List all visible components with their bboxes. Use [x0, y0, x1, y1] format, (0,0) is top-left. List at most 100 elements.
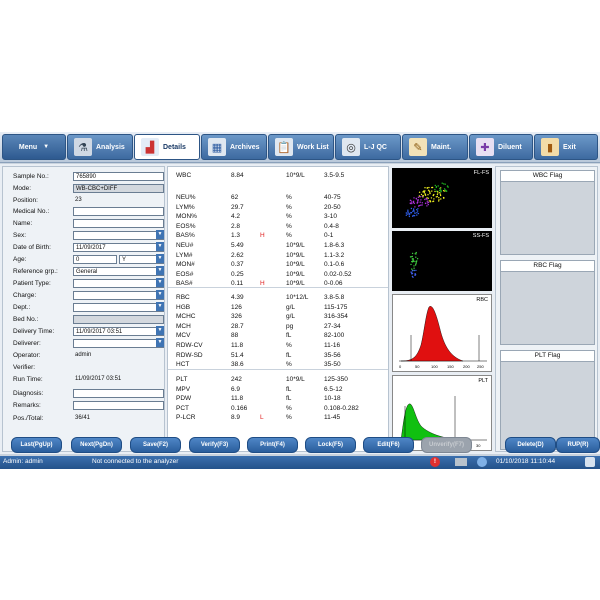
- chevron-down-icon[interactable]: ▼: [156, 302, 164, 311]
- tab-analysis[interactable]: ⚗ Analysis: [67, 134, 133, 160]
- medical-no-field[interactable]: [73, 206, 164, 216]
- chevron-down-icon[interactable]: ▼: [156, 242, 164, 251]
- save-button[interactable]: Save(F2): [130, 437, 181, 453]
- sex-select[interactable]: [73, 230, 164, 240]
- chevron-down-icon[interactable]: ▼: [156, 230, 164, 239]
- scatter-dot: [413, 260, 415, 263]
- result-row: PCT 0.166% 0.108-0.282: [176, 404, 386, 413]
- scatter-dot: [412, 210, 414, 212]
- result-value: 8.84: [231, 172, 244, 179]
- scatter-dot: [434, 188, 436, 191]
- printer-icon[interactable]: [455, 458, 467, 466]
- tab-work-list[interactable]: 📋 Work List: [268, 134, 334, 160]
- patient-type-label: Patient Type:: [13, 279, 51, 287]
- delete-button[interactable]: Delete(D): [505, 437, 556, 453]
- keyboard-icon[interactable]: [585, 457, 595, 467]
- next-button[interactable]: Next(PgDn): [71, 437, 122, 453]
- position-label: Position:: [13, 196, 38, 204]
- result-value: 126: [231, 303, 242, 311]
- rup-button[interactable]: RUP(R): [556, 437, 600, 453]
- result-unit: fL: [286, 395, 292, 403]
- result-name: PLT: [176, 376, 188, 383]
- scatter-dot: [436, 193, 439, 196]
- edit-button[interactable]: Edit(F6): [363, 437, 414, 453]
- result-value: 11.8: [231, 342, 244, 349]
- tab-analysis-label: Analysis: [96, 143, 125, 151]
- result-row: RBC 4.39 10*12/L 3.8-5.8: [176, 293, 386, 302]
- tab-archives[interactable]: ▦ Archives: [201, 134, 267, 160]
- tab-diluent[interactable]: ✚ Diluent: [469, 134, 533, 160]
- result-unit: fL: [286, 332, 292, 340]
- charge-select[interactable]: [73, 290, 164, 300]
- tab-details[interactable]: ▟ Details: [134, 134, 200, 160]
- scatter-dot: [420, 204, 422, 206]
- bed-no-label: Bed No.:: [13, 315, 39, 323]
- scatter-dot: [421, 204, 423, 206]
- chevron-down-icon[interactable]: ▼: [156, 254, 164, 263]
- chevron-down-icon[interactable]: ▼: [156, 278, 164, 287]
- scatter-dot: [426, 202, 429, 204]
- verify-button[interactable]: Verify(F3): [189, 437, 240, 453]
- scatter-dot: [444, 183, 446, 185]
- scatter-dot: [419, 201, 421, 203]
- result-range: 20-50: [324, 203, 341, 211]
- result-row: HCT 38.6% 35-50: [176, 360, 386, 369]
- result-value: 88: [231, 332, 239, 340]
- menu-button[interactable]: Menu ▼: [2, 134, 66, 160]
- result-unit: 10*9/L: [286, 270, 305, 278]
- chevron-down-icon[interactable]: ▼: [156, 266, 164, 275]
- result-value: 242: [231, 376, 242, 383]
- result-unit: %: [286, 361, 292, 369]
- patient-type-select[interactable]: [73, 278, 164, 288]
- scatter-dot: [411, 255, 413, 258]
- age-field[interactable]: 0: [73, 254, 117, 264]
- result-row: PDW 11.8 fL 10-18: [176, 394, 386, 403]
- sample-no-field[interactable]: 765890: [73, 171, 164, 181]
- remarks-field[interactable]: [73, 400, 164, 410]
- tab-exit[interactable]: ▮ Exit: [534, 134, 598, 160]
- tab-work-list-label: Work List: [297, 143, 329, 151]
- scatter-dot: [409, 256, 412, 258]
- scatter-dot: [443, 183, 445, 185]
- dept-label: Dept.:: [13, 303, 31, 311]
- result-range: 3.5-9.5: [324, 172, 345, 179]
- wbc-flag-title: WBC Flag: [501, 171, 594, 182]
- dob-label: Date of Birth:: [13, 243, 51, 251]
- result-unit: 10*9/L: [286, 251, 305, 259]
- result-row: HGB 126 g/L 115-175: [176, 303, 386, 312]
- dob-field[interactable]: 11/09/2017: [73, 242, 164, 252]
- delivery-time-field[interactable]: 11/09/2017 03:51: [73, 326, 164, 336]
- scatter-dot: [421, 195, 423, 198]
- main-toolbar: Menu ▼ ⚗ Analysis ▟ Details ▦ Archives 📋…: [0, 132, 600, 163]
- result-unit: fL: [286, 351, 292, 359]
- last-button[interactable]: Last(PgUp): [11, 437, 62, 453]
- scatter-dot: [409, 199, 412, 201]
- alarm-icon[interactable]: !: [430, 457, 440, 467]
- result-name: LYM%: [176, 203, 195, 211]
- network-icon[interactable]: [477, 457, 487, 467]
- chevron-down-icon[interactable]: ▼: [156, 338, 164, 347]
- tab-lj-qc[interactable]: ◎ L-J QC: [335, 134, 401, 160]
- tab-maint[interactable]: ✎ Maint.: [402, 134, 468, 160]
- deliverer-label: Deliverer:: [13, 339, 41, 347]
- status-bar: Admin: admin Not connected to the analyz…: [0, 456, 600, 469]
- name-label: Name:: [13, 219, 33, 227]
- ref-grp-select[interactable]: General: [73, 266, 164, 276]
- scatter-dot: [439, 187, 441, 190]
- diagnosis-field[interactable]: [73, 388, 164, 398]
- chevron-down-icon[interactable]: ▼: [156, 326, 164, 335]
- scatter-dot: [434, 190, 436, 193]
- dept-select[interactable]: [73, 302, 164, 312]
- result-range: 3.8-5.8: [324, 294, 345, 301]
- deliverer-select[interactable]: [73, 338, 164, 348]
- chevron-down-icon[interactable]: ▼: [156, 290, 164, 299]
- print-button[interactable]: Print(F4): [247, 437, 298, 453]
- result-name: RBC: [176, 294, 190, 301]
- scatter-dot: [418, 191, 421, 193]
- scatter-dot: [433, 198, 435, 200]
- ss-fs-label: SS-FS: [472, 233, 489, 239]
- name-field[interactable]: [73, 218, 164, 228]
- scatter-dot: [420, 199, 422, 201]
- lock-button[interactable]: Lock(F5): [305, 437, 356, 453]
- result-name: RDW-CV: [176, 342, 203, 349]
